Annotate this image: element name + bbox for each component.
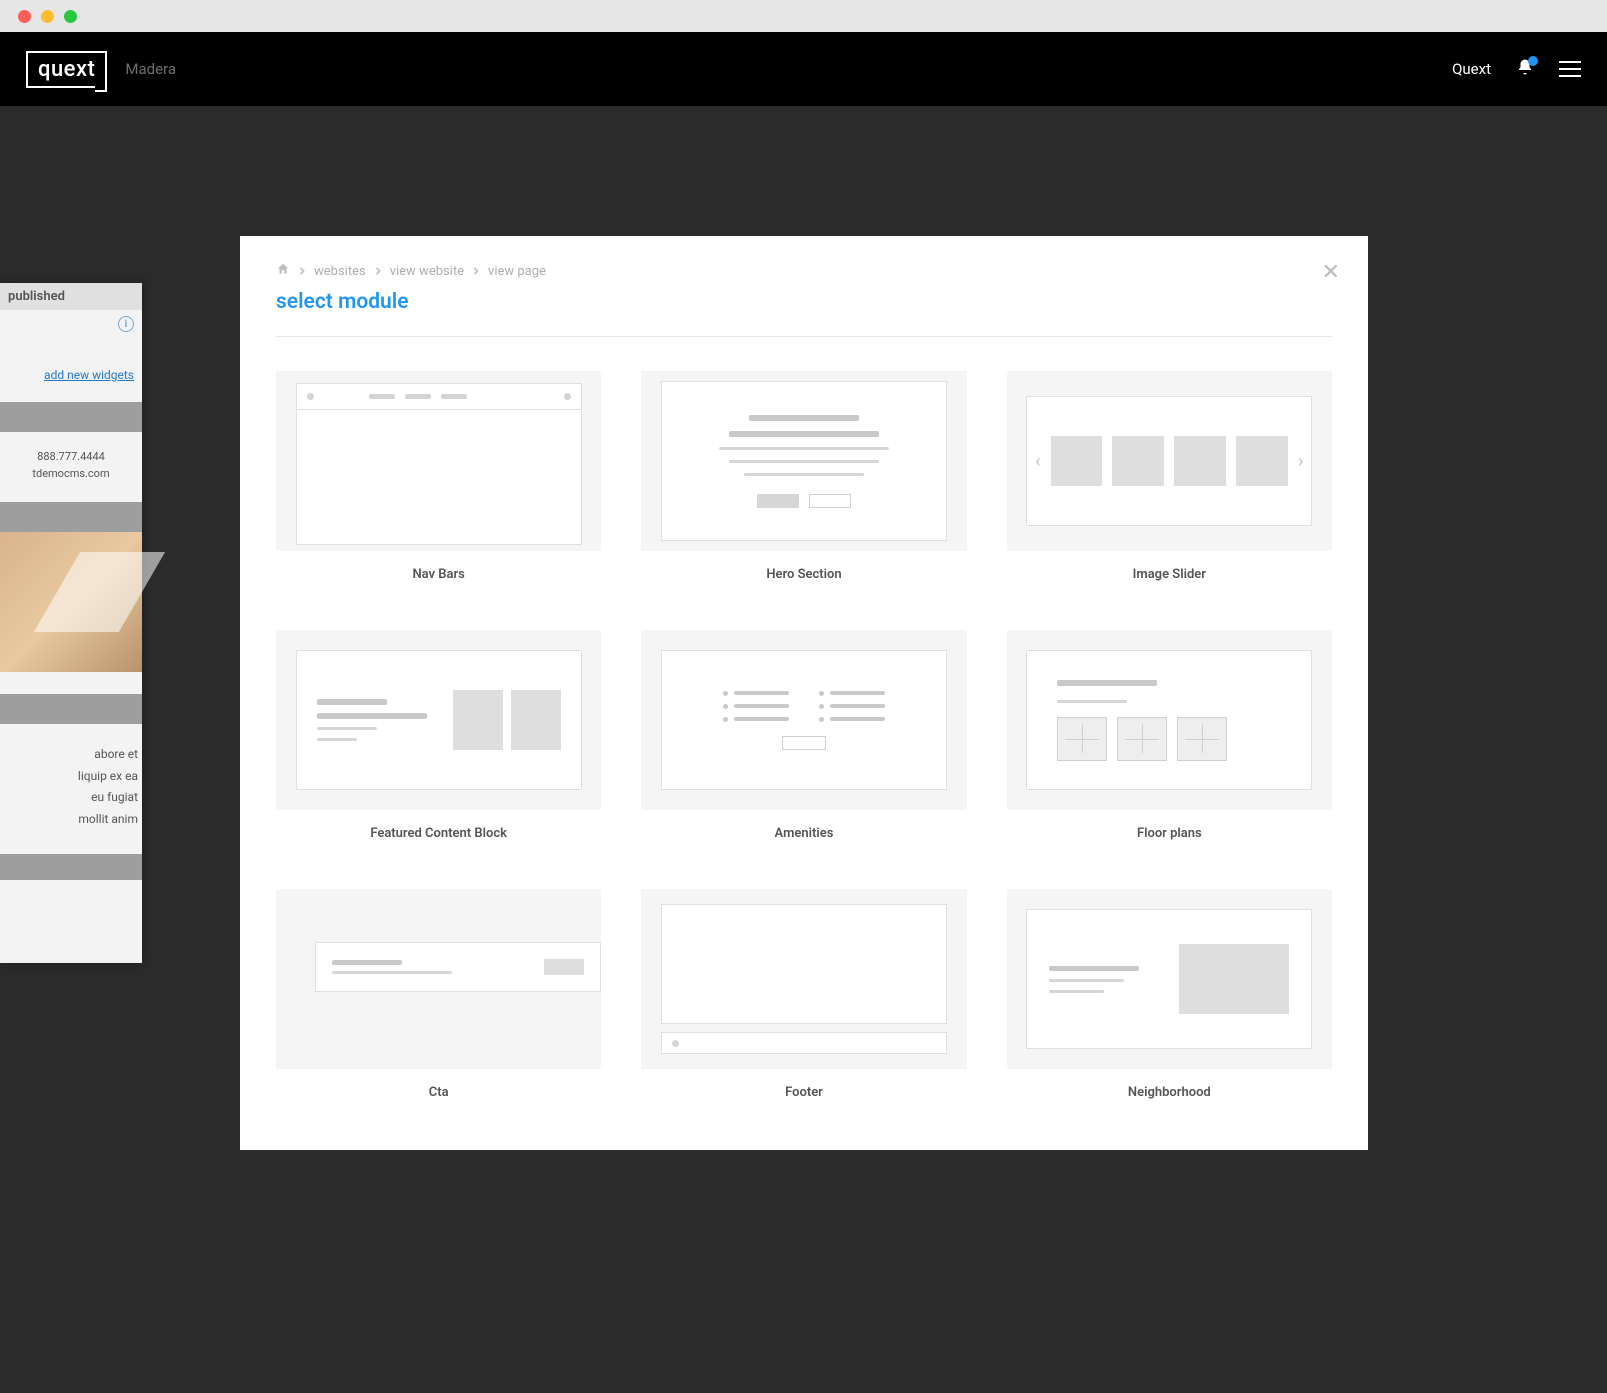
- module-grid: Nav Bars Hero Section: [276, 371, 1332, 1100]
- preview-image: [0, 532, 142, 672]
- breadcrumb-view-page[interactable]: view page: [488, 264, 546, 279]
- background-page-panel: published i add new widgets 888.777.4444…: [0, 283, 142, 963]
- chevron-right-icon: [472, 264, 480, 279]
- window-minimize-dot[interactable]: [41, 10, 54, 23]
- header-brand-link[interactable]: Quext: [1452, 60, 1491, 78]
- footer-thumb: [641, 889, 966, 1069]
- sub-brand: Madera: [125, 60, 176, 78]
- module-card-footer[interactable]: Footer: [641, 889, 966, 1100]
- add-widgets-link[interactable]: add new widgets: [0, 338, 142, 388]
- info-icon[interactable]: i: [118, 316, 134, 332]
- module-card-label: Cta: [429, 1085, 449, 1100]
- home-icon[interactable]: [276, 262, 290, 280]
- nav-bars-thumb: [276, 371, 601, 551]
- module-card-hero-section[interactable]: Hero Section: [641, 371, 966, 582]
- module-card-label: Nav Bars: [412, 567, 464, 582]
- neighborhood-thumb: [1007, 889, 1332, 1069]
- window-close-dot[interactable]: [18, 10, 31, 23]
- hamburger-icon: [1559, 61, 1581, 63]
- modal-title: select module: [276, 290, 1332, 314]
- status-badge: published: [0, 283, 142, 310]
- close-button[interactable]: ✕: [1322, 260, 1340, 285]
- breadcrumb-websites[interactable]: websites: [314, 264, 366, 279]
- module-card-cta[interactable]: Cta: [276, 889, 601, 1100]
- module-card-label: Image Slider: [1133, 567, 1206, 582]
- notifications-button[interactable]: [1515, 59, 1535, 79]
- module-card-amenities[interactable]: Amenities: [641, 630, 966, 841]
- phone-text: 888.777.4444: [0, 450, 142, 463]
- cta-thumb: [276, 889, 601, 1069]
- close-icon: ✕: [1322, 260, 1340, 285]
- module-card-featured-content[interactable]: Featured Content Block: [276, 630, 601, 841]
- module-card-nav-bars[interactable]: Nav Bars: [276, 371, 601, 582]
- breadcrumb: websites view website view page: [276, 262, 1332, 280]
- window-titlebar: [0, 0, 1607, 32]
- module-card-label: Floor plans: [1137, 826, 1202, 841]
- logo[interactable]: quext: [26, 51, 107, 88]
- module-card-label: Footer: [785, 1085, 823, 1100]
- lorem-text: abore et liquip ex ea eu fugiat mollit a…: [0, 724, 142, 834]
- select-module-modal: ✕ websites view website view page select…: [240, 236, 1368, 1150]
- module-card-label: Featured Content Block: [370, 826, 507, 841]
- window-zoom-dot[interactable]: [64, 10, 77, 23]
- floor-plans-thumb: [1007, 630, 1332, 810]
- module-card-label: Amenities: [775, 826, 834, 841]
- domain-text: tdemocms.com: [0, 467, 142, 480]
- module-card-neighborhood[interactable]: Neighborhood: [1007, 889, 1332, 1100]
- hero-thumb: [641, 371, 966, 551]
- module-card-label: Hero Section: [766, 567, 841, 582]
- breadcrumb-view-website[interactable]: view website: [390, 264, 464, 279]
- divider: [276, 336, 1332, 337]
- app-header: quext Madera Quext: [0, 32, 1607, 106]
- chevron-right-icon: [374, 264, 382, 279]
- chevron-right-icon: ›: [1298, 451, 1303, 472]
- menu-button[interactable]: [1559, 61, 1581, 77]
- featured-thumb: [276, 630, 601, 810]
- chevron-left-icon: ‹: [1035, 451, 1040, 472]
- module-card-label: Neighborhood: [1128, 1085, 1211, 1100]
- notification-badge: [1528, 56, 1538, 66]
- slider-thumb: ‹ ›: [1007, 371, 1332, 551]
- module-card-floor-plans[interactable]: Floor plans: [1007, 630, 1332, 841]
- chevron-right-icon: [298, 264, 306, 279]
- module-card-image-slider[interactable]: ‹ › Image Slider: [1007, 371, 1332, 582]
- amenities-thumb: [641, 630, 966, 810]
